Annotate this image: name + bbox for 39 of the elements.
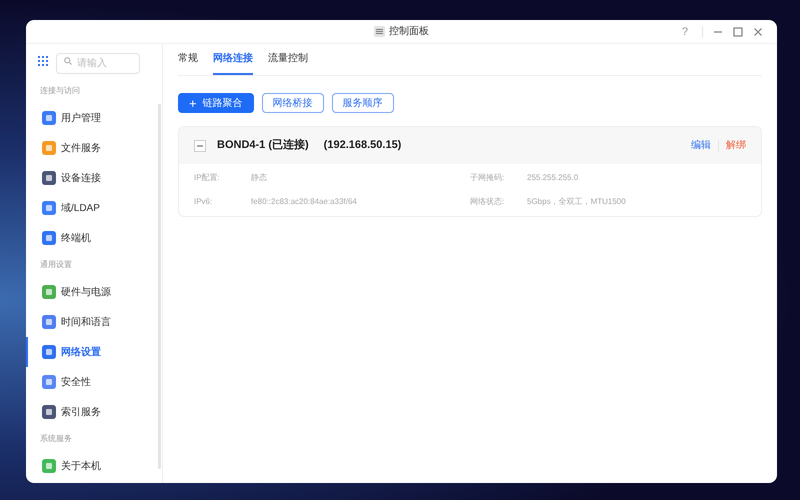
action-button[interactable]: 网络桥接 (262, 93, 324, 113)
collapse-toggle[interactable] (194, 140, 206, 152)
field-label: IP配置: (194, 172, 221, 184)
field-label: 网络状态: (470, 196, 506, 208)
search-field[interactable]: 请输入 (56, 53, 140, 74)
field-label: IPv6: (194, 196, 214, 208)
group-heading: 系统服务 (39, 433, 72, 445)
sidebar-item[interactable]: 时间和语言 (26, 307, 156, 337)
group-heading: 连接与访问 (39, 85, 80, 97)
sidebar-item[interactable]: 索引服务 (26, 397, 156, 427)
tab[interactable]: 网络连接 (213, 44, 253, 75)
field-value: 5Gbps，全双工，MTU1500 (527, 196, 626, 208)
field-value: fe80::2c83:ac20:84ae:a33f/64 (251, 196, 357, 208)
close-icon[interactable] (753, 27, 763, 37)
sidebar-item[interactable]: 域/LDAP (26, 193, 156, 223)
edit-link[interactable]: 编辑 (691, 138, 711, 153)
action-button[interactable]: 服务顺序 (332, 93, 394, 113)
sidebar-item[interactable]: 安全性 (26, 367, 156, 397)
sidebar-item[interactable]: 用户管理 (26, 103, 156, 133)
field-value: 静态 (251, 172, 267, 184)
sidebar-item[interactable]: 终端机 (26, 223, 156, 253)
group-heading: 通用设置 (39, 259, 72, 271)
maximize-icon[interactable] (733, 27, 743, 37)
sidebar-item[interactable]: 设备连接 (26, 163, 156, 193)
field-label: 子网掩码: (470, 172, 506, 184)
search-icon (64, 57, 72, 65)
tab[interactable]: 流量控制 (268, 44, 308, 75)
settings-icon (374, 26, 385, 37)
apps-grid-icon[interactable] (38, 56, 48, 66)
sidebar-item[interactable]: 文件服务 (26, 133, 156, 163)
connection-ip: (192.168.50.15) (324, 138, 402, 154)
tab[interactable]: 常规 (178, 44, 198, 75)
window-title: 控制面板 (389, 24, 429, 39)
field-value: 255.255.255.0 (527, 172, 578, 184)
sidebar-item[interactable]: 关于本机 (26, 451, 156, 481)
sidebar-item[interactable]: 硬件与电源 (26, 277, 156, 307)
sidebar-item[interactable]: 网络设置 (26, 337, 156, 367)
action-button[interactable]: + 链路聚合 (178, 93, 254, 113)
connection-name: BOND4-1 (已连接) (217, 138, 309, 154)
